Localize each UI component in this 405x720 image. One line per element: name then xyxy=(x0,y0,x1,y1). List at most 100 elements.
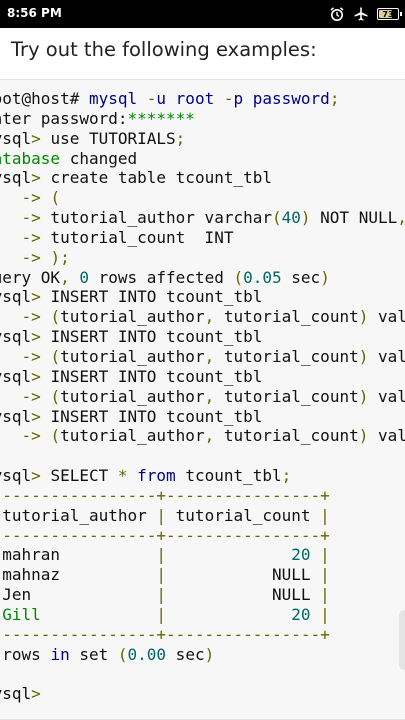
code-token: tcount_tbl xyxy=(175,466,282,486)
code-token: > xyxy=(31,684,41,704)
code-token: ( xyxy=(233,267,244,287)
code-token: from xyxy=(137,466,176,486)
code-token: - xyxy=(146,89,157,108)
code-line: mysql> use TUTORIALS; xyxy=(0,129,405,149)
code-token: rows affected xyxy=(88,267,234,287)
code-token: values xyxy=(377,386,405,406)
code-line: +-----------------+----------------+ xyxy=(0,625,405,645)
code-token: mysql xyxy=(0,466,32,486)
code-token: -> xyxy=(21,426,41,446)
code-line: | mahran | 20 | xyxy=(0,545,405,565)
alarm-icon xyxy=(330,7,344,21)
code-line: Query OK, 0 rows affected (0.05 sec) xyxy=(0,268,405,288)
code-line: -> (tutorial_author, tutorial_count) val… xyxy=(0,347,405,367)
intro-text: Try out the following examples: xyxy=(11,38,317,61)
code-token: tutorial_author xyxy=(60,307,205,327)
code-token: ) xyxy=(204,644,215,664)
code-token: ) xyxy=(358,386,369,406)
code-token: ******* xyxy=(127,108,195,128)
code-token: > xyxy=(31,327,41,347)
code-token: Query OK xyxy=(0,267,61,287)
code-token: 0.05 xyxy=(243,267,282,287)
code-token: ; xyxy=(175,128,186,148)
code-token: tutorial_count xyxy=(214,386,359,406)
code-token: INSERT INTO tcount_tbl xyxy=(40,406,263,426)
code-token: 20 xyxy=(291,604,311,624)
code-token: ( xyxy=(50,386,61,406)
code-token: +-----------------+----------------+ xyxy=(0,624,330,644)
code-line: mysql> xyxy=(0,684,405,704)
code-token: set xyxy=(69,644,118,664)
code-token: Gill xyxy=(2,604,157,624)
status-bar: 8:56 PM 73 xyxy=(0,0,405,28)
code-token: values xyxy=(377,307,405,327)
code-token: mysql xyxy=(0,366,32,386)
code-token: ); xyxy=(50,247,70,267)
code-block[interactable]: root@host# mysql -u root -p password;Ent… xyxy=(0,79,405,720)
code-token: > xyxy=(31,128,41,148)
code-token: | xyxy=(320,565,330,585)
code-line: +-----------------+----------------+ xyxy=(0,526,405,546)
code-line: mysql> create table tcount_tbl xyxy=(0,168,405,188)
code-token: ) xyxy=(358,426,369,446)
code-token: > xyxy=(31,366,41,386)
code-line: mysql> INSERT INTO tcount_tbl xyxy=(0,327,405,347)
code-token: > xyxy=(31,466,41,486)
code-token: > xyxy=(31,406,41,426)
code-line: mysql> SELECT * from tcount_tbl; xyxy=(0,466,405,486)
code-token: 20 xyxy=(291,545,311,565)
code-line: root@host# mysql -u root -p password; xyxy=(0,89,405,109)
code-token: tutorial_count xyxy=(214,307,359,327)
code-token: p password xyxy=(233,89,330,108)
code-token: tutorial_author xyxy=(60,386,205,406)
code-token: in xyxy=(50,644,70,664)
status-time: 8:56 PM xyxy=(7,6,62,20)
battery-icon: 73 xyxy=(377,8,402,20)
code-token: , xyxy=(204,426,215,446)
code-token: 0.00 xyxy=(127,644,167,664)
code-token: -> xyxy=(21,346,41,366)
code-token: ) xyxy=(300,208,311,228)
code-token: 4 rows xyxy=(2,644,41,664)
code-token: ; xyxy=(329,89,340,108)
code-token: ( xyxy=(50,307,61,327)
code-line: -> tutorial_count INT xyxy=(0,228,405,248)
code-token: | xyxy=(156,545,167,565)
code-token: NULL xyxy=(166,585,321,605)
code-line: +-----------------+----------------+ xyxy=(0,486,405,506)
code-line: | tutorial_author | tutorial_count | xyxy=(0,506,405,526)
code-token: 40 xyxy=(281,208,301,228)
code-line: mysql> INSERT INTO tcount_tbl xyxy=(0,407,405,427)
code-line: 4 rows in set (0.00 sec) xyxy=(0,645,405,665)
code-token: * xyxy=(117,466,128,486)
code-token: | xyxy=(320,585,330,605)
code-token: mysql xyxy=(0,406,32,426)
status-icons: 73 xyxy=(329,4,402,24)
code-token: -> xyxy=(21,247,41,267)
code-token: tutorial_count xyxy=(214,346,359,366)
code-token: INSERT INTO tcount_tbl xyxy=(40,287,263,307)
code-line: -> (tutorial_author, tutorial_count) val… xyxy=(0,387,405,407)
code-token: mysql xyxy=(0,128,32,148)
code-line: Enter password:******* xyxy=(0,109,405,129)
code-token: mysql xyxy=(0,168,32,188)
code-token: INSERT INTO tcount_tbl xyxy=(40,366,263,386)
code-token: INSERT INTO tcount_tbl xyxy=(40,327,263,347)
code-token: tutorial_author xyxy=(60,346,205,366)
code-token: mahran xyxy=(2,545,157,565)
code-token: Enter password: xyxy=(0,108,128,128)
airplane-icon xyxy=(354,7,368,21)
scroll-handle[interactable] xyxy=(399,610,405,670)
code-token: ; xyxy=(281,466,292,486)
code-token: values xyxy=(377,426,405,446)
